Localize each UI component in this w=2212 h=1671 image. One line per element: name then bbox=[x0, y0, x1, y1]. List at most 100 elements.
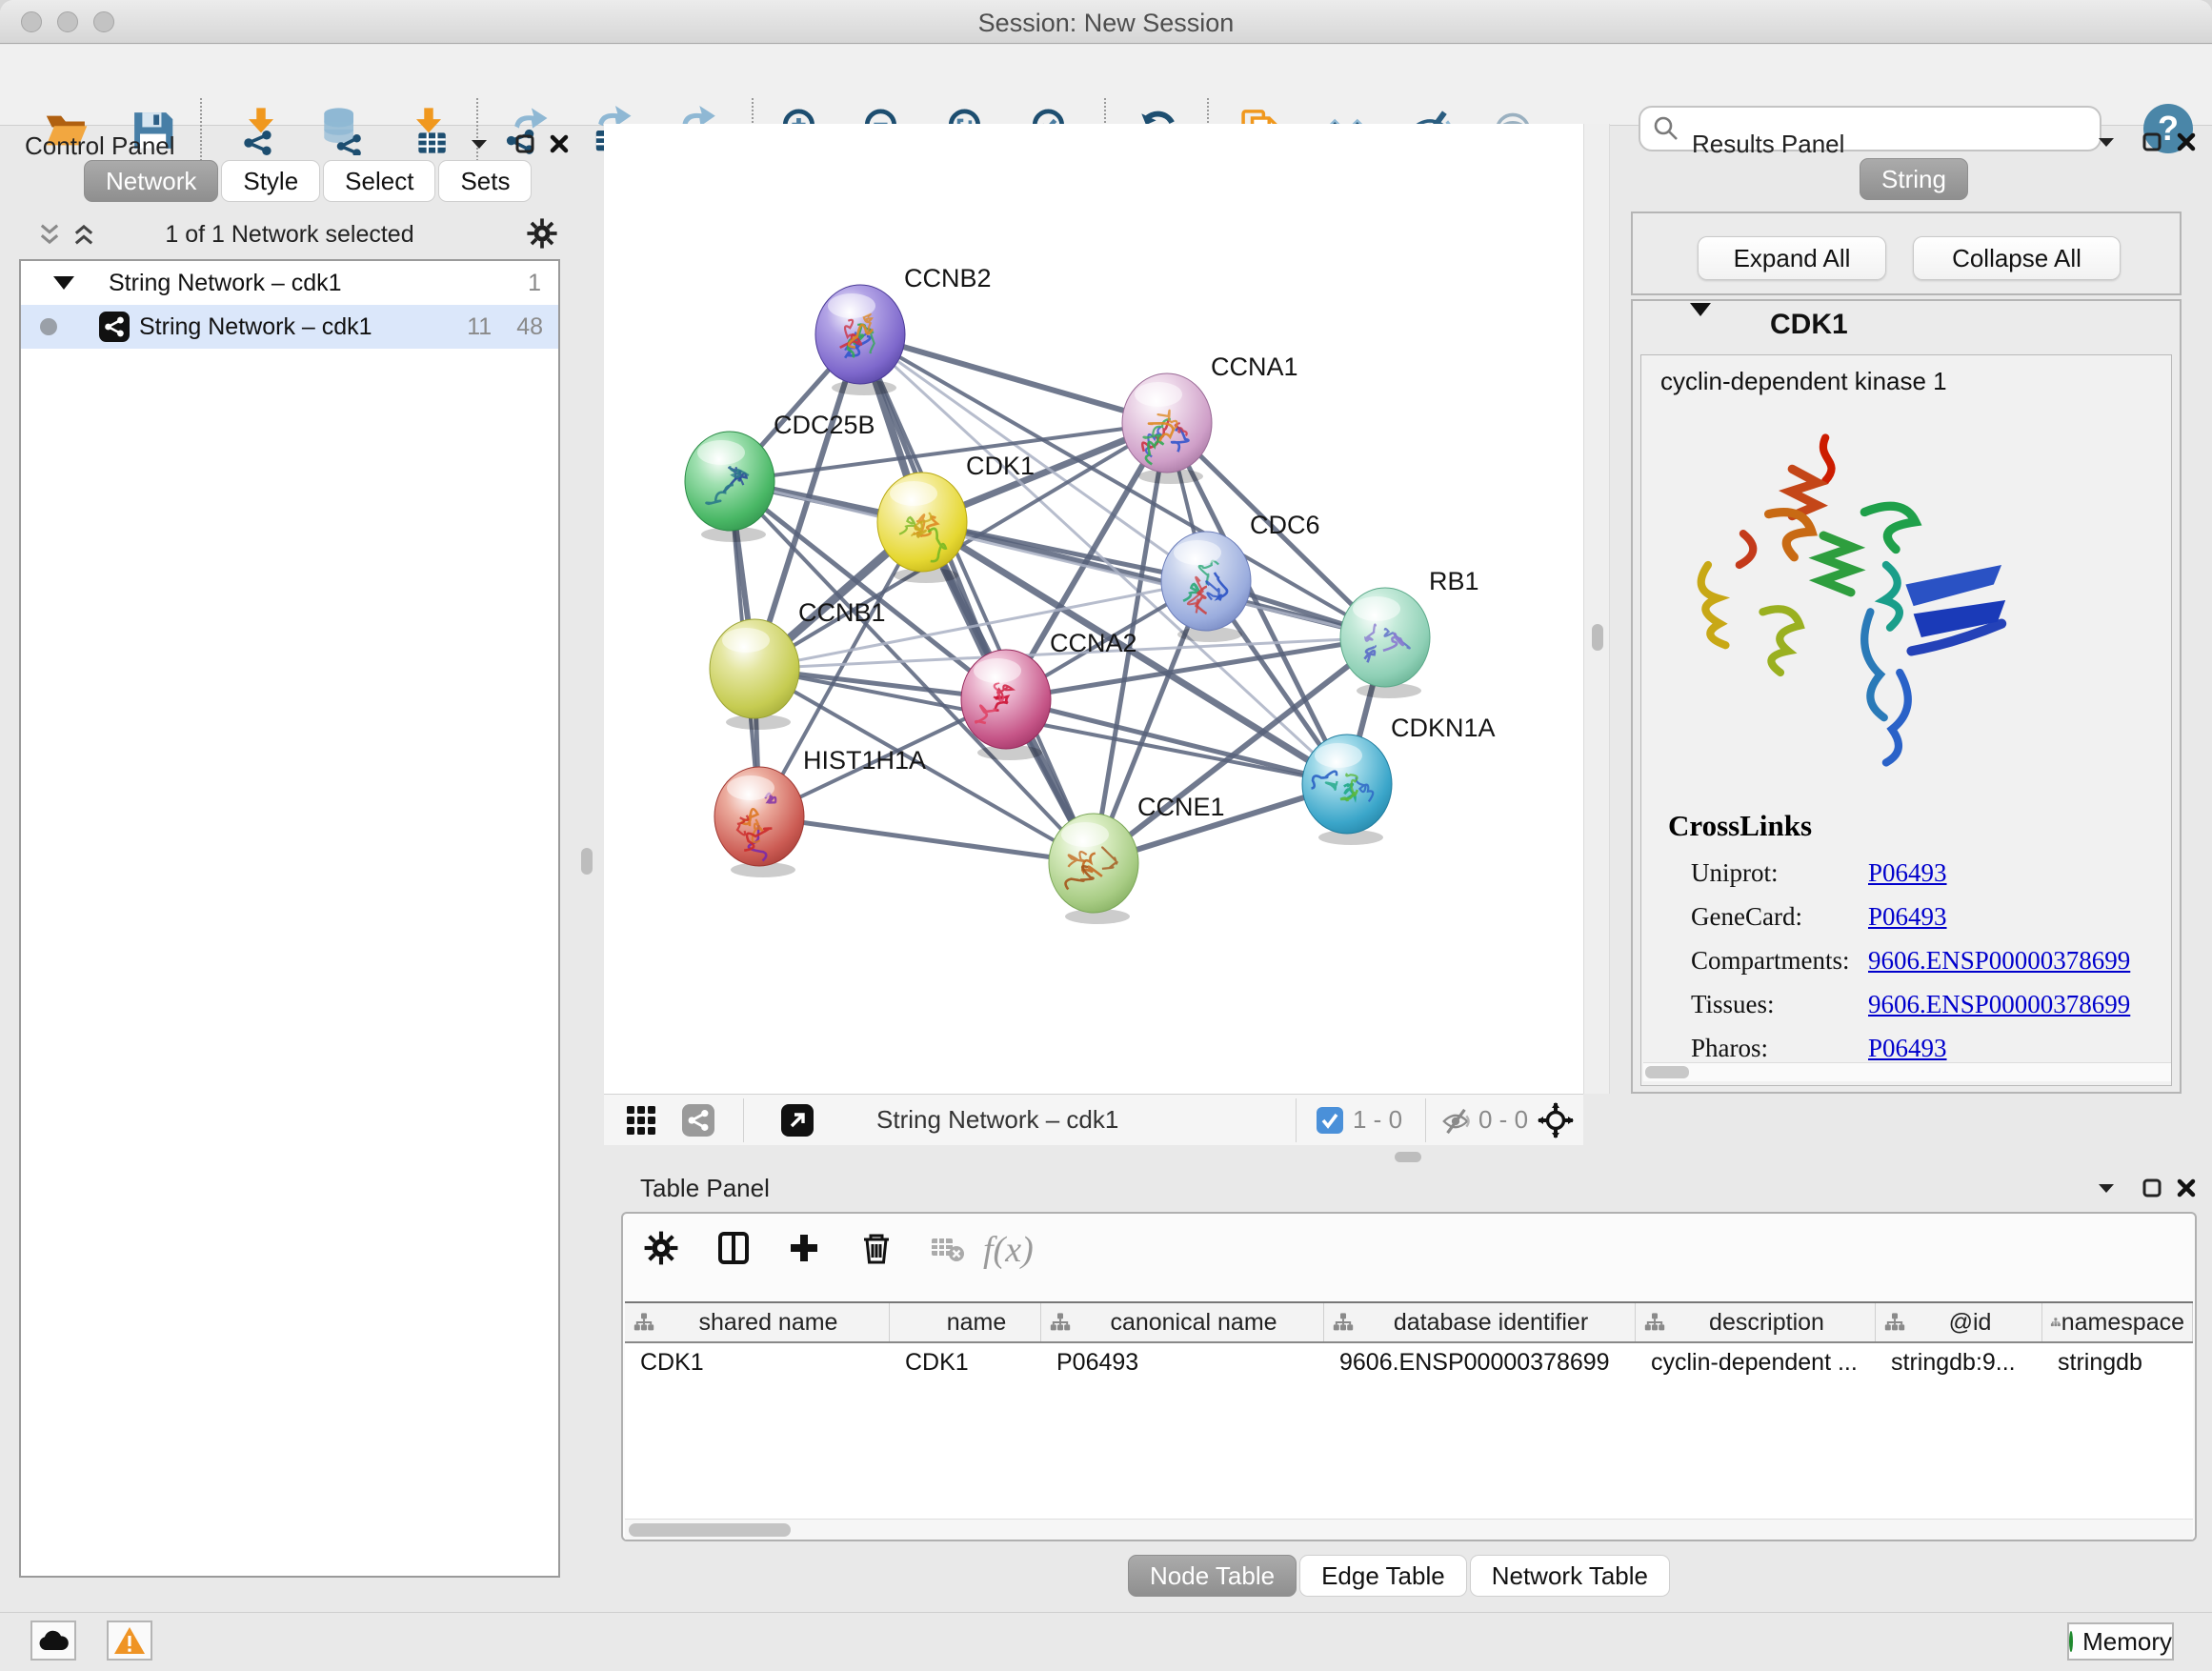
network-graph[interactable]: CCNB2CCNA1CDC25BCDK1CDC6RB1CCNB1CCNA2CDK… bbox=[604, 124, 1583, 1094]
panel-menu-icon[interactable] bbox=[2092, 1174, 2121, 1202]
node-label-CDC6: CDC6 bbox=[1250, 511, 1320, 539]
cloud-button[interactable] bbox=[30, 1621, 76, 1661]
memory-button[interactable]: Memory bbox=[2067, 1622, 2174, 1661]
crosslink-label: Tissues: bbox=[1691, 990, 1868, 1019]
tab-sets[interactable]: Sets bbox=[438, 160, 532, 202]
network-panel-gear-icon[interactable] bbox=[526, 217, 558, 254]
network-node-CCNB2[interactable] bbox=[815, 285, 905, 395]
add-column-icon[interactable] bbox=[783, 1227, 825, 1269]
table-hscrollbar[interactable] bbox=[625, 1519, 2193, 1540]
table-row[interactable]: CDK1CDK1P064939606.ENSP00000378699cyclin… bbox=[625, 1343, 2193, 1381]
network-node-CDKN1A[interactable] bbox=[1302, 735, 1392, 845]
panel-float-icon[interactable] bbox=[511, 130, 539, 158]
window-title: Session: New Session bbox=[0, 9, 2212, 38]
splitter-handle[interactable] bbox=[1395, 1152, 1421, 1162]
main-toolbar: ? bbox=[0, 45, 2212, 126]
crosslink-label: Uniprot: bbox=[1691, 858, 1868, 888]
node-label-HIST1H1A: HIST1H1A bbox=[803, 746, 926, 775]
network-view-title: String Network – cdk1 bbox=[876, 1105, 1118, 1135]
node-label-CCNE1: CCNE1 bbox=[1137, 793, 1225, 821]
column-header-shared-name[interactable]: shared name bbox=[625, 1303, 890, 1341]
expand-all-button[interactable]: Expand All bbox=[1698, 236, 1886, 280]
table-cell[interactable]: CDK1 bbox=[890, 1343, 1041, 1381]
node-label-RB1: RB1 bbox=[1429, 567, 1479, 595]
crosshair-icon[interactable] bbox=[1538, 1102, 1574, 1143]
network-node-CDC25B[interactable] bbox=[685, 432, 774, 542]
network-row-selected[interactable]: String Network – cdk1 11 48 bbox=[21, 305, 558, 349]
open-in-window-icon[interactable] bbox=[781, 1104, 814, 1137]
tab-edge-table[interactable]: Edge Table bbox=[1299, 1555, 1467, 1597]
crosslink-link[interactable]: 9606.ENSP00000378699 bbox=[1868, 946, 2130, 976]
panel-close-icon[interactable] bbox=[545, 130, 573, 158]
delete-column-icon[interactable] bbox=[855, 1227, 897, 1269]
column-header-name[interactable]: name bbox=[890, 1303, 1041, 1341]
grid-view-icon[interactable] bbox=[625, 1104, 657, 1137]
network-edge[interactable] bbox=[860, 334, 1094, 863]
crosslinks-title: CrossLinks bbox=[1668, 809, 1812, 843]
scrollbar-thumb[interactable] bbox=[629, 1523, 791, 1537]
tab-network[interactable]: Network bbox=[84, 160, 218, 202]
panel-menu-icon[interactable] bbox=[465, 130, 493, 158]
vertical-splitter[interactable] bbox=[1583, 124, 1610, 1094]
protein-structure-image bbox=[1674, 420, 2036, 782]
warning-button[interactable] bbox=[107, 1621, 152, 1661]
tab-network-table[interactable]: Network Table bbox=[1470, 1555, 1670, 1597]
column-header-database-identifier[interactable]: database identifier bbox=[1324, 1303, 1636, 1341]
column-header--id[interactable]: @id bbox=[1876, 1303, 2042, 1341]
network-collection-row[interactable]: String Network – cdk1 1 bbox=[21, 261, 558, 305]
control-panel: Control Panel NetworkStyleSelectSets 1 o… bbox=[11, 126, 568, 1585]
node-table[interactable]: shared namenamecanonical namedatabase id… bbox=[625, 1301, 2193, 1519]
crosslink-row: Compartments:9606.ENSP00000378699 bbox=[1691, 938, 2158, 982]
table-cell[interactable]: P06493 bbox=[1041, 1343, 1324, 1381]
crosslink-link[interactable]: P06493 bbox=[1868, 902, 1947, 932]
network-tree: String Network – cdk1 1 String Network –… bbox=[19, 259, 560, 1578]
column-header-namespace[interactable]: namespace bbox=[2042, 1303, 2193, 1341]
section-collapse-triangle-icon[interactable] bbox=[1690, 316, 1711, 333]
table-cell[interactable]: stringdb:9... bbox=[1876, 1343, 2042, 1381]
table-gear-icon[interactable] bbox=[640, 1227, 682, 1269]
network-node-CCNE1[interactable] bbox=[1049, 814, 1138, 924]
column-header-description[interactable]: description bbox=[1636, 1303, 1876, 1341]
tab-style[interactable]: Style bbox=[221, 160, 320, 202]
table-cell[interactable]: 9606.ENSP00000378699 bbox=[1324, 1343, 1636, 1381]
select-columns-icon[interactable] bbox=[713, 1227, 754, 1269]
collapse-triangle-icon[interactable] bbox=[53, 276, 74, 290]
toolbar-separator bbox=[1425, 1098, 1426, 1142]
panel-menu-icon[interactable] bbox=[2092, 128, 2121, 156]
network-type-icon bbox=[99, 312, 130, 342]
scrollbar-thumb[interactable] bbox=[1645, 1066, 1689, 1078]
shared-column-icon bbox=[1332, 1311, 1355, 1334]
share-network-gray-icon[interactable] bbox=[682, 1104, 714, 1137]
selected-checkbox-icon[interactable] bbox=[1317, 1107, 1343, 1138]
crosslink-link[interactable]: P06493 bbox=[1868, 858, 1947, 888]
panel-close-icon[interactable] bbox=[2172, 128, 2201, 156]
network-edge[interactable] bbox=[759, 816, 1094, 863]
tab-select[interactable]: Select bbox=[323, 160, 435, 202]
splitter-handle[interactable] bbox=[581, 848, 593, 875]
results-hscrollbar[interactable] bbox=[1643, 1062, 2171, 1081]
crosslink-link[interactable]: P06493 bbox=[1868, 1034, 1947, 1063]
hidden-eye-icon[interactable] bbox=[1440, 1106, 1471, 1141]
crosslink-row: GeneCard:P06493 bbox=[1691, 895, 2158, 938]
panel-float-icon[interactable] bbox=[2138, 1174, 2166, 1202]
network-canvas[interactable]: CCNB2CCNA1CDC25BCDK1CDC6RB1CCNB1CCNA2CDK… bbox=[604, 124, 1583, 1094]
table-cell[interactable]: stringdb bbox=[2042, 1343, 2193, 1381]
warning-icon bbox=[113, 1626, 146, 1655]
network-node-HIST1H1A[interactable] bbox=[714, 767, 804, 877]
collapse-all-button[interactable]: Collapse All bbox=[1913, 236, 2121, 280]
panel-float-icon[interactable] bbox=[2138, 128, 2166, 156]
table-cell[interactable]: CDK1 bbox=[625, 1343, 890, 1381]
network-node-CCNA1[interactable] bbox=[1122, 373, 1212, 484]
column-header-canonical-name[interactable]: canonical name bbox=[1041, 1303, 1324, 1341]
shared-column-icon bbox=[2050, 1311, 2061, 1334]
panel-close-icon[interactable] bbox=[2172, 1174, 2201, 1202]
crosslink-link[interactable]: 9606.ENSP00000378699 bbox=[1868, 990, 2130, 1019]
splitter-handle[interactable] bbox=[1592, 624, 1603, 651]
network-node-RB1[interactable] bbox=[1340, 588, 1430, 698]
table-cell[interactable]: cyclin-dependent ... bbox=[1636, 1343, 1876, 1381]
tab-string[interactable]: String bbox=[1860, 158, 1968, 200]
function-builder-icon-disabled: f(x) bbox=[983, 1229, 1034, 1271]
network-node-CCNB1[interactable] bbox=[710, 619, 799, 730]
tab-node-table[interactable]: Node Table bbox=[1128, 1555, 1297, 1597]
crosslink-row: Tissues:9606.ENSP00000378699 bbox=[1691, 982, 2158, 1026]
